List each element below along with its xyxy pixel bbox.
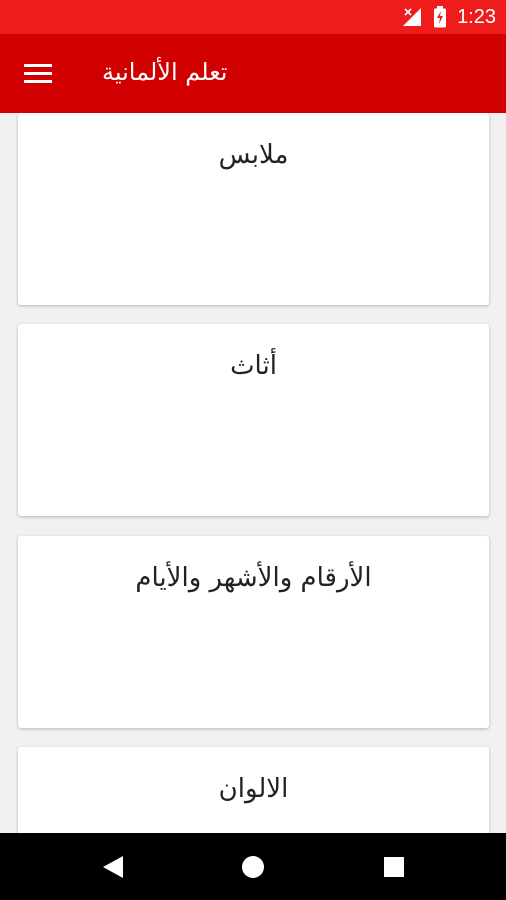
signal-icon xyxy=(403,7,422,26)
category-card-clothes[interactable]: ملابس xyxy=(18,113,489,305)
app-title: تعلم الألمانية xyxy=(102,58,228,86)
category-card-colors[interactable]: الالوان xyxy=(18,747,489,833)
status-bar: 1:23 xyxy=(0,0,506,34)
hamburger-menu-icon[interactable] xyxy=(24,61,54,85)
category-label: الأرقام والأشهر والأيام xyxy=(135,563,372,593)
app-bar: تعلم الألمانية xyxy=(0,34,506,113)
home-circle-icon[interactable] xyxy=(241,855,265,879)
category-label: أثاث xyxy=(230,351,277,381)
recents-square-icon[interactable] xyxy=(382,855,406,879)
category-card-numbers-months-days[interactable]: الأرقام والأشهر والأيام xyxy=(18,536,489,728)
back-triangle-icon[interactable] xyxy=(101,855,125,879)
navigation-bar xyxy=(0,833,506,900)
battery-icon xyxy=(434,6,447,28)
status-icons: 1:23 xyxy=(401,0,496,34)
category-card-furniture[interactable]: أثاث xyxy=(18,324,489,516)
status-time: 1:23 xyxy=(457,6,496,28)
category-label: ملابس xyxy=(218,140,289,170)
category-label: الالوان xyxy=(218,774,289,804)
category-list: ملابس أثاث الأرقام والأشهر والأيام الالو… xyxy=(0,113,506,833)
